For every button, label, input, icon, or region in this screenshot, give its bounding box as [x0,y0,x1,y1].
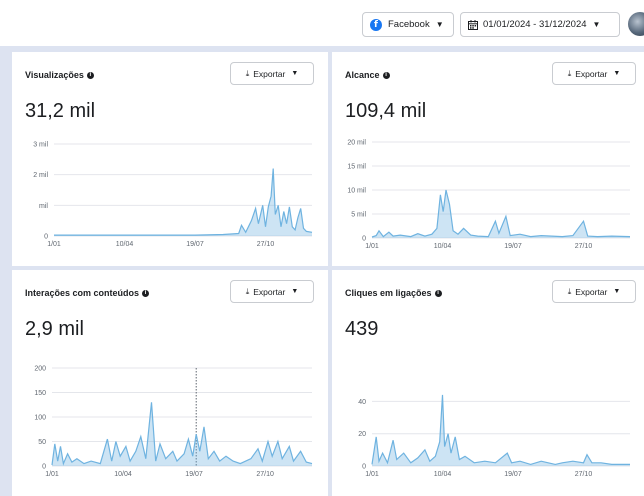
platform-selector[interactable]: f Facebook ▼ [362,12,454,37]
y-tick-label: 0 [44,234,48,241]
x-tick-label: 19/07 [186,241,204,248]
series-line[interactable] [51,402,313,466]
x-tick-label: 27/10 [257,241,275,248]
metric-card-link-clicks: Cliques em ligações i ⤓ Exportar ▼ 439 02… [332,270,644,496]
y-tick-label: 100 [34,415,46,422]
x-tick-label: 10/04 [434,471,452,478]
x-tick-label: 27/10 [256,471,274,478]
x-tick-label: 10/04 [434,243,452,250]
top-bar: f Facebook ▼ 01/01/2024 - 31/12/2024 ▼ [0,0,644,46]
x-tick-label: 19/07 [504,243,522,250]
x-tick-label: 27/10 [575,243,593,250]
y-tick-label: 5 mil [351,212,366,219]
chevron-down-icon: ▼ [435,20,444,29]
y-tick-label: 15 mil [347,164,366,171]
facebook-icon: f [370,18,382,31]
x-tick-label: 19/07 [504,471,522,478]
y-tick-label: 200 [34,366,46,373]
y-tick-label: 3 mil [33,142,48,149]
chevron-down-icon: ▼ [592,20,601,29]
date-range-selector[interactable]: 01/01/2024 - 31/12/2024 ▼ [460,12,620,37]
x-tick-label: 10/04 [116,241,134,248]
y-tick-label: 0 [362,464,366,471]
date-range-label: 01/01/2024 - 31/12/2024 [483,19,587,30]
x-tick-label: 1/01 [47,241,61,248]
series-area [372,394,630,466]
y-tick-label: 0 [362,236,366,243]
y-tick-label: 20 [358,431,366,438]
x-tick-label: 1/01 [365,243,379,250]
views-chart: 0 mil 2 mil 3 mil 1/01 10/04 19/07 27/10 [33,142,313,248]
y-tick-label: 50 [38,439,46,446]
platform-label: Facebook [388,19,430,30]
y-tick-label: 2 mil [33,172,48,179]
interactions-chart: 0 50 100 150 200 1/01 10/04 19/07 27/10 [34,366,313,478]
avatar[interactable] [628,12,644,36]
y-tick-label: 150 [34,390,46,397]
metric-card-views: Visualizações i ⤓ Exportar ▼ 31,2 mil 0 mi… [12,52,328,266]
y-tick-label: mil [39,203,48,210]
y-tick-label: 20 mil [347,140,366,147]
calendar-icon [468,19,478,30]
series-line[interactable] [371,394,630,466]
y-tick-label: 10 mil [347,188,366,195]
x-tick-label: 1/01 [45,471,59,478]
x-tick-label: 10/04 [114,471,132,478]
metric-card-interactions: Interações com conteúdos i ⤓ Exportar ▼ 2… [12,270,328,496]
link-clicks-chart: 0 20 40 1/01 10/04 19/07 27/10 [358,394,630,478]
reach-chart: 0 5 mil 10 mil 15 mil 20 mil 1/01 10/04 19/07 27… [347,140,631,250]
y-tick-label: 0 [42,464,46,471]
x-tick-label: 1/01 [365,471,379,478]
x-tick-label: 19/07 [185,471,203,478]
y-tick-label: 40 [358,399,366,406]
x-tick-label: 27/10 [575,471,593,478]
metric-card-reach: Alcance i ⤓ Exportar ▼ 109,4 mil 05 mil 10… [332,52,644,266]
